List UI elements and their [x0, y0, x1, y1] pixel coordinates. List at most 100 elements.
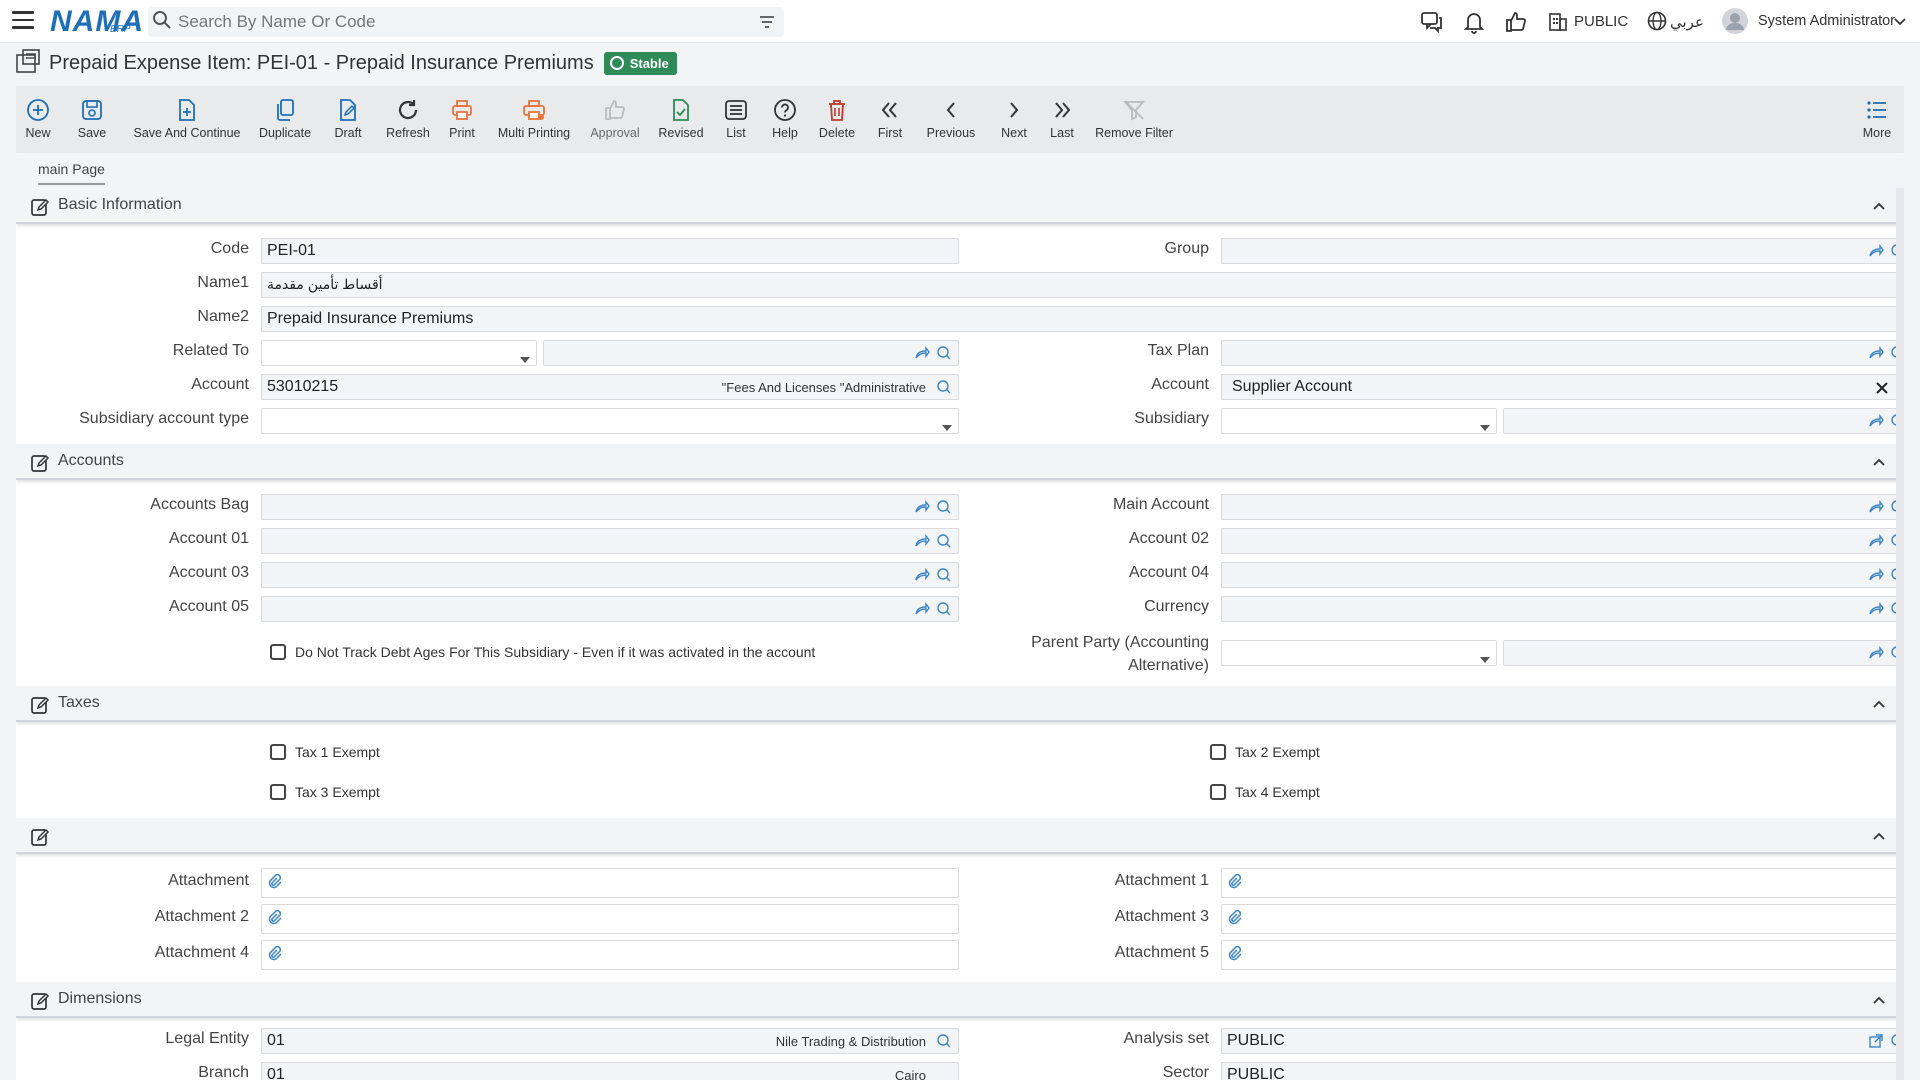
paperclip-icon[interactable] [267, 909, 282, 930]
main-account-field[interactable] [1221, 494, 1904, 520]
section-attachments[interactable] [16, 818, 1904, 854]
no-track-debt-checkbox[interactable] [270, 644, 286, 660]
open-link-icon[interactable] [1868, 567, 1884, 587]
account02-field[interactable] [1221, 528, 1904, 554]
name1-field[interactable]: أقساط تأمين مقدمة [261, 272, 1904, 298]
attachment-field[interactable] [261, 868, 959, 898]
more-button[interactable]: More [1860, 86, 1894, 153]
chevron-up-icon[interactable] [1872, 992, 1886, 1010]
delete-button[interactable]: Delete [818, 86, 856, 153]
list-button[interactable]: List [724, 86, 748, 153]
related-to-select[interactable] [261, 340, 537, 366]
account01-field[interactable] [261, 528, 959, 554]
open-link-icon[interactable] [914, 601, 930, 621]
refresh-button[interactable]: Refresh [380, 86, 436, 153]
approval-button[interactable]: Approval [588, 86, 642, 153]
help-button[interactable]: Help [770, 86, 800, 153]
subsidiary-lookup[interactable] [1503, 408, 1904, 434]
open-link-icon[interactable] [914, 533, 930, 553]
new-button[interactable]: New [24, 86, 52, 153]
external-link-icon[interactable] [1868, 1033, 1884, 1053]
code-field[interactable]: PEI-01 [261, 238, 959, 264]
subsidiary-select[interactable] [1221, 408, 1497, 434]
tab-main-page[interactable]: main Page [38, 161, 105, 185]
chevron-up-icon[interactable] [1872, 198, 1886, 216]
open-link-icon[interactable] [1868, 499, 1884, 519]
multi-printing-button[interactable]: Multi Printing [494, 86, 574, 153]
section-dimensions[interactable]: Dimensions [16, 982, 1904, 1018]
attachment1-field[interactable] [1221, 868, 1904, 898]
draft-button[interactable]: Draft [330, 86, 366, 153]
currency-field[interactable] [1221, 596, 1904, 622]
language-switch[interactable]: عربي [1670, 13, 1704, 31]
section-basic-information[interactable]: Basic Information [16, 188, 1904, 224]
open-link-icon[interactable] [914, 499, 930, 519]
account04-field[interactable] [1221, 562, 1904, 588]
menu-icon[interactable] [12, 11, 34, 31]
open-link-icon[interactable] [1868, 243, 1884, 263]
thumbs-up-icon[interactable] [1504, 10, 1528, 39]
scrollbar[interactable] [1896, 188, 1904, 1080]
chevron-down-icon[interactable] [1893, 14, 1907, 32]
legal-entity-field[interactable]: 01 Nile Trading & Distribution [261, 1028, 959, 1054]
parent-party-lookup[interactable] [1503, 640, 1904, 666]
search-input[interactable]: Search By Name Or Code [148, 7, 784, 37]
last-button[interactable]: Last [1048, 86, 1076, 153]
account2-select[interactable]: Supplier Account [1221, 374, 1904, 400]
save-continue-button[interactable]: Save And Continue [132, 86, 242, 153]
search-lookup-icon[interactable] [936, 379, 952, 399]
section-taxes[interactable]: Taxes [16, 686, 1904, 722]
chevron-up-icon[interactable] [1872, 696, 1886, 714]
search-lookup-icon[interactable] [936, 567, 952, 587]
parent-party-select[interactable] [1221, 640, 1497, 666]
print-button[interactable]: Print [444, 86, 480, 153]
account-field[interactable]: 53010215 "Fees And Licenses "Administrat… [261, 374, 959, 400]
avatar[interactable] [1722, 8, 1748, 39]
analysis-set-field[interactable]: PUBLIC [1221, 1028, 1904, 1054]
chevron-up-icon[interactable] [1872, 454, 1886, 472]
section-accounts[interactable]: Accounts [16, 444, 1904, 480]
search-lookup-icon[interactable] [936, 1033, 952, 1053]
tax1-exempt-checkbox[interactable] [270, 744, 286, 760]
revised-button[interactable]: Revised [656, 86, 706, 153]
open-link-icon[interactable] [1868, 413, 1884, 433]
remove-filter-button[interactable]: Remove Filter [1094, 86, 1174, 153]
account03-field[interactable] [261, 562, 959, 588]
open-link-icon[interactable] [914, 567, 930, 587]
filter-icon[interactable] [758, 13, 776, 36]
related-to-lookup[interactable] [543, 340, 959, 366]
first-button[interactable]: First [876, 86, 904, 153]
duplicate-button[interactable]: Duplicate [256, 86, 314, 153]
search-lookup-icon[interactable] [936, 345, 952, 365]
open-link-icon[interactable] [914, 345, 930, 365]
clear-icon[interactable] [1876, 381, 1888, 399]
tax4-exempt-checkbox[interactable] [1210, 784, 1226, 800]
sector-field[interactable]: PUBLIC [1221, 1062, 1904, 1080]
tax-plan-field[interactable] [1221, 340, 1904, 366]
paperclip-icon[interactable] [267, 873, 282, 894]
bell-icon[interactable] [1462, 10, 1486, 39]
paperclip-icon[interactable] [1227, 909, 1242, 930]
tax3-exempt-checkbox[interactable] [270, 784, 286, 800]
user-name[interactable]: System Administrator [1758, 13, 1895, 29]
branch-field[interactable]: 01 Cairo [261, 1062, 959, 1080]
open-link-icon[interactable] [1868, 645, 1884, 665]
attachment5-field[interactable] [1221, 940, 1904, 970]
search-lookup-icon[interactable] [936, 499, 952, 519]
search-lookup-icon[interactable] [936, 533, 952, 553]
chat-icon[interactable] [1420, 10, 1444, 39]
open-link-icon[interactable] [1868, 601, 1884, 621]
search-lookup-icon[interactable] [936, 601, 952, 621]
next-button[interactable]: Next [1000, 86, 1028, 153]
paperclip-icon[interactable] [1227, 873, 1242, 894]
accounts-bag-field[interactable] [261, 494, 959, 520]
paperclip-icon[interactable] [1227, 945, 1242, 966]
open-link-icon[interactable] [1868, 345, 1884, 365]
company-selector[interactable]: PUBLIC [1574, 13, 1628, 30]
attachment4-field[interactable] [261, 940, 959, 970]
attachment3-field[interactable] [1221, 904, 1904, 934]
account05-field[interactable] [261, 596, 959, 622]
save-button[interactable]: Save [76, 86, 108, 153]
tax2-exempt-checkbox[interactable] [1210, 744, 1226, 760]
chevron-up-icon[interactable] [1872, 828, 1886, 846]
